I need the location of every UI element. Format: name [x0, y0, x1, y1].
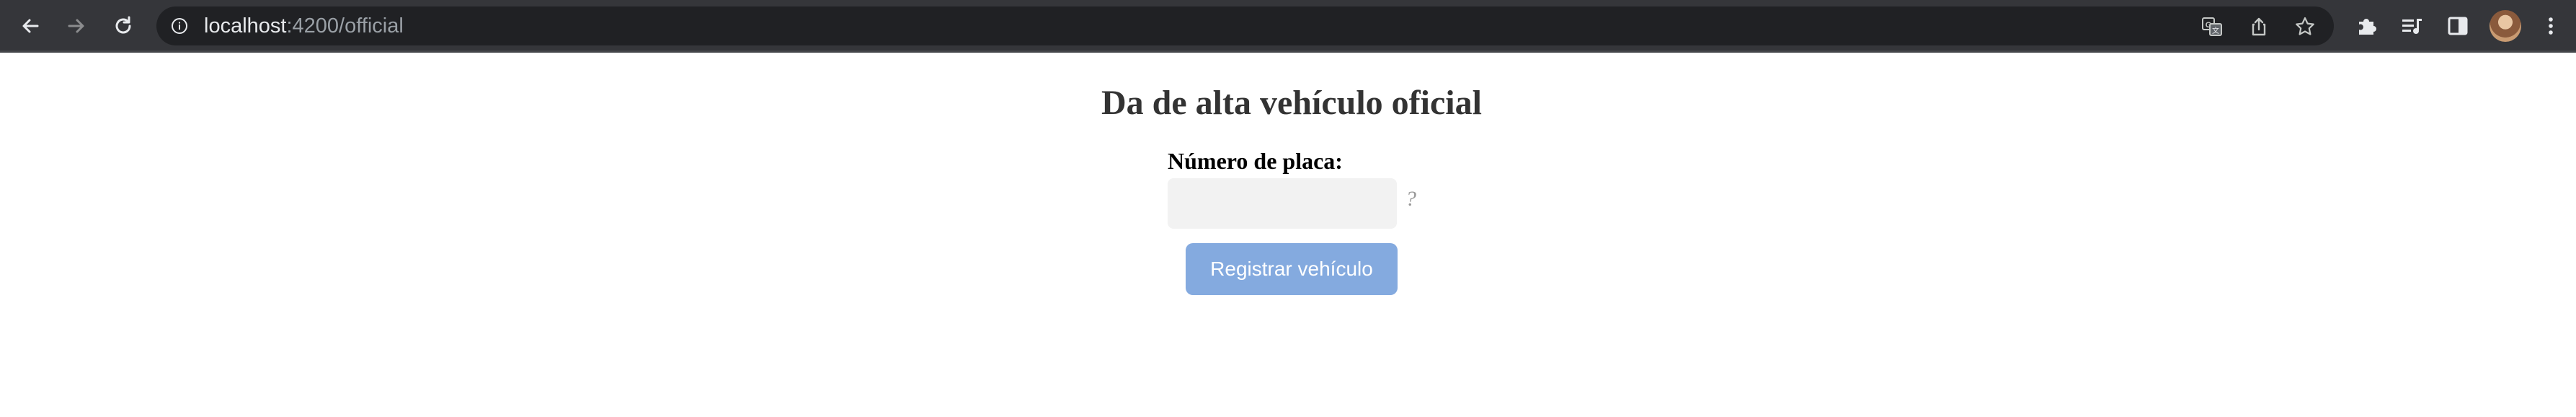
- side-panel-icon: [2448, 17, 2468, 35]
- share-icon: [2252, 17, 2266, 36]
- url-host: localhost: [204, 14, 287, 38]
- browser-toolbar: localhost:4200/official G 文: [0, 0, 2576, 53]
- page-content: Da de alta vehículo oficial Número de pl…: [0, 53, 2576, 417]
- url-text[interactable]: localhost:4200/official: [204, 15, 404, 37]
- side-panel-button[interactable]: [2445, 13, 2471, 39]
- plate-label: Número de placa:: [1168, 148, 1343, 174]
- svg-text:文: 文: [2212, 26, 2219, 35]
- translate-button[interactable]: G 文: [2201, 16, 2223, 38]
- bookmark-button[interactable]: [2294, 16, 2316, 38]
- arrow-left-icon: [22, 19, 39, 33]
- reading-list-button[interactable]: [2399, 13, 2425, 39]
- url-path: :4200/official: [286, 14, 404, 38]
- kebab-menu-icon: [2549, 17, 2553, 35]
- page-title: Da de alta vehículo oficial: [1101, 84, 1482, 122]
- reload-icon: [115, 16, 131, 34]
- reading-list-icon: [2402, 19, 2422, 34]
- extensions-button[interactable]: [2353, 13, 2379, 39]
- star-icon: [2296, 17, 2314, 35]
- register-vehicle-button[interactable]: Registrar vehículo: [1186, 243, 1398, 295]
- avatar[interactable]: [2490, 10, 2521, 42]
- help-hint: ?: [1405, 187, 1416, 211]
- reload-button[interactable]: [107, 10, 139, 42]
- puzzle-icon: [2359, 19, 2376, 35]
- address-bar[interactable]: localhost:4200/official G 文: [156, 6, 2334, 45]
- share-button[interactable]: [2248, 16, 2270, 38]
- plate-input[interactable]: [1168, 178, 1397, 229]
- menu-button[interactable]: [2538, 13, 2564, 39]
- forward-button[interactable]: [61, 10, 92, 42]
- info-icon[interactable]: [171, 17, 188, 35]
- translate-icon: G 文: [2202, 17, 2222, 36]
- arrow-right-icon: [68, 19, 84, 33]
- back-button[interactable]: [14, 10, 46, 42]
